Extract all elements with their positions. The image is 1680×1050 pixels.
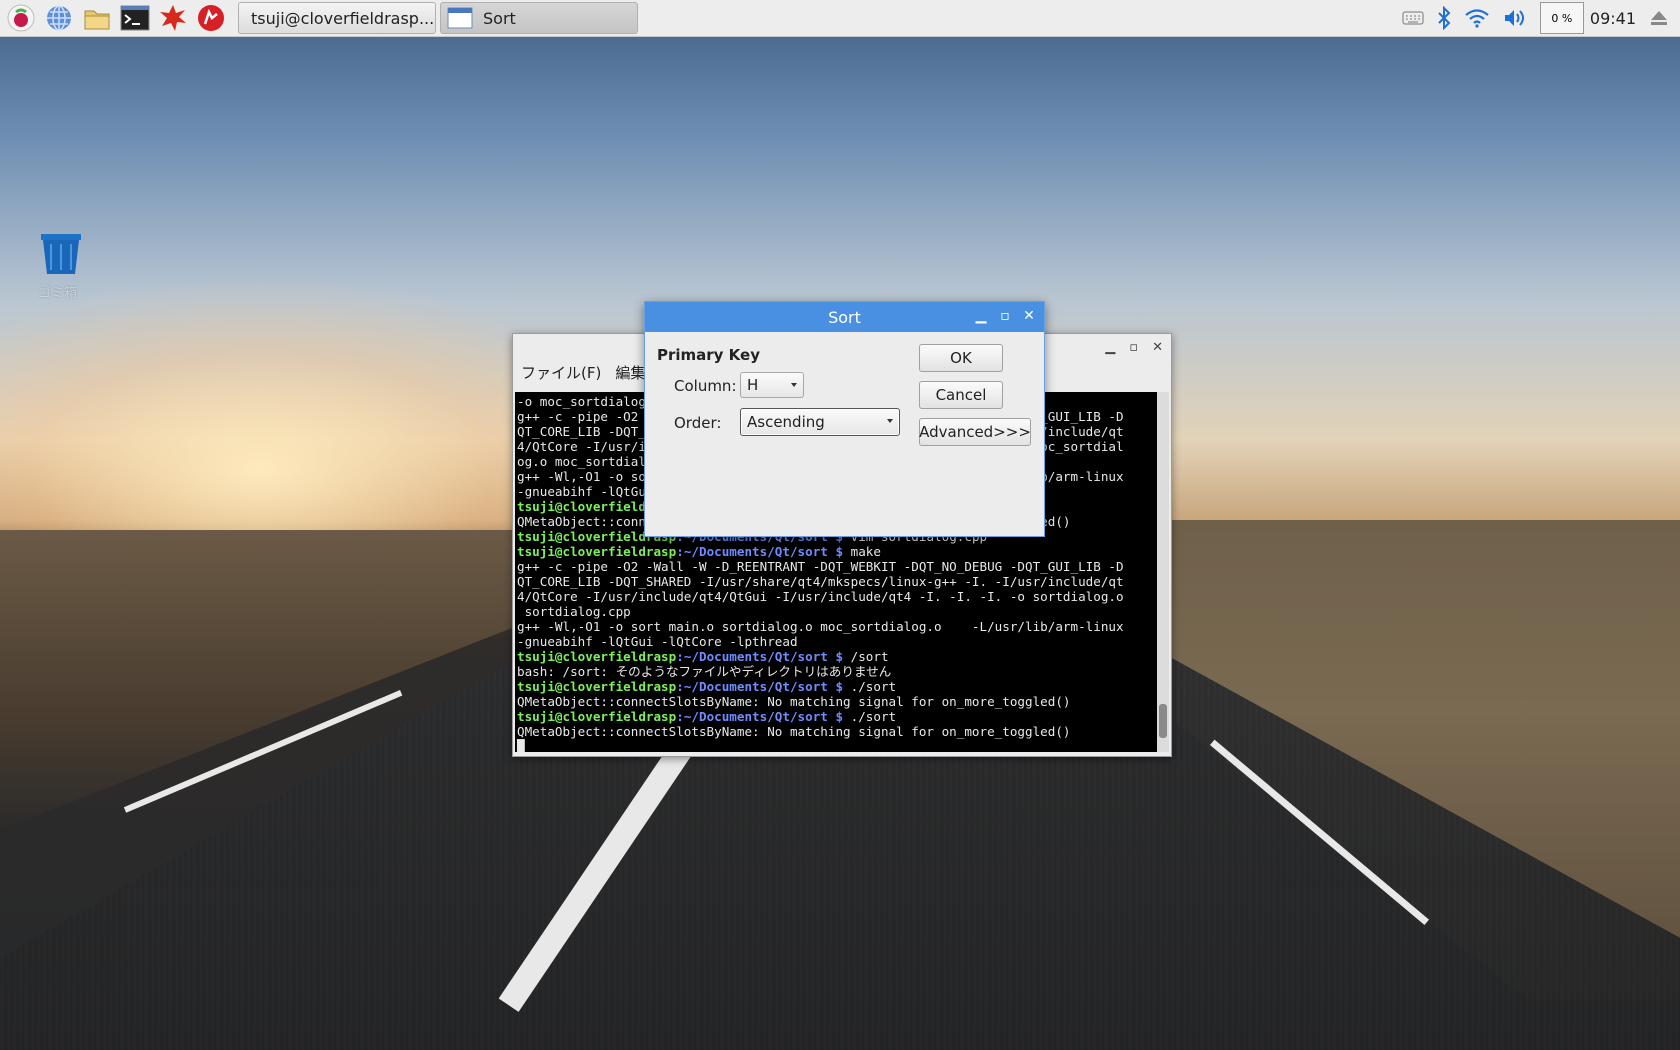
- terminal-line: tsuji@cloverfieldrasp:~/Documents/Qt/sor…: [517, 649, 1155, 664]
- web-browser-icon[interactable]: [42, 1, 76, 35]
- bluetooth-icon[interactable]: [1436, 6, 1452, 30]
- keyboard-icon[interactable]: [1402, 10, 1424, 26]
- taskbar-button-terminal[interactable]: tsuji@cloverfieldrasp...: [238, 2, 436, 34]
- minimize-icon[interactable]: ▁: [974, 307, 988, 325]
- command-text: make: [843, 544, 881, 559]
- wolfram-icon[interactable]: [194, 1, 228, 35]
- terminal-line: bash: /sort: そのようなファイルやディレクトリはありません: [517, 664, 892, 679]
- maximize-icon[interactable]: ▫: [998, 307, 1012, 325]
- taskbar-button-sort[interactable]: Sort: [440, 2, 638, 34]
- prompt-user: tsuji@cloverfieldrasp: [517, 649, 677, 664]
- terminal-line: g++ -Wl,-O1 -o sort main.o sortdialog.o …: [517, 619, 1124, 634]
- close-icon[interactable]: ✕: [1022, 307, 1036, 325]
- terminal-line: tsuji@cloverfieldrasp:~/Documents/Qt/sor…: [517, 709, 1155, 724]
- command-text: /sort: [843, 649, 889, 664]
- trash-label: ゴミ箱: [38, 286, 78, 301]
- sort-dialog-window-controls: ▁ ▫ ✕: [974, 307, 1036, 325]
- clock[interactable]: 09:41: [1590, 9, 1636, 28]
- ok-button[interactable]: OK: [919, 344, 1003, 372]
- prompt-user: tsuji@cloverfieldrasp: [517, 709, 677, 724]
- terminal-line: QMetaObject::connectSlotsByName: No matc…: [517, 694, 1071, 709]
- terminal-scrollbar-thumb[interactable]: [1159, 704, 1167, 738]
- terminal-line: QMetaObject::connectSlotsByName: No matc…: [517, 724, 1071, 739]
- terminal-line: -gnueabihf -lQtGui -lQtCore -lpthread: [517, 634, 798, 649]
- eject-icon[interactable]: [1650, 9, 1668, 27]
- column-label: Column:: [674, 377, 737, 395]
- raspberry-menu-icon[interactable]: [4, 1, 38, 35]
- maximize-icon[interactable]: ▫: [1129, 340, 1138, 355]
- wifi-icon[interactable]: [1464, 7, 1490, 29]
- chevron-down-icon: [887, 419, 893, 423]
- cancel-button[interactable]: Cancel: [919, 381, 1003, 409]
- minimize-icon[interactable]: ▁: [1105, 340, 1115, 355]
- order-combobox[interactable]: Ascending: [740, 408, 900, 436]
- prompt-user: tsuji@cloverfieldrasp: [517, 544, 677, 559]
- column-combobox[interactable]: H: [740, 372, 804, 398]
- advanced-button[interactable]: Advanced>>>: [919, 418, 1031, 446]
- command-text: ./sort: [843, 679, 897, 694]
- terminal-icon[interactable]: [118, 1, 152, 35]
- system-tray: 0 % 09:41: [1402, 0, 1680, 36]
- command-text: ./sort: [843, 709, 897, 724]
- terminal-line: sortdialog.cpp: [517, 604, 631, 619]
- file-manager-icon[interactable]: [80, 1, 114, 35]
- close-icon[interactable]: ✕: [1152, 340, 1163, 355]
- prompt-path: :~/Documents/Qt/sort $: [676, 649, 844, 664]
- chevron-down-icon: [791, 383, 797, 387]
- taskbar-terminal-label: tsuji@cloverfieldrasp...: [251, 8, 435, 28]
- terminal-line: g++ -c -pipe -O2 -Wall -W -D_REENTRANT -…: [517, 559, 1124, 574]
- menu-edit[interactable]: 編集: [615, 362, 645, 383]
- terminal-line: 4/QtCore -I/usr/include/qt4/QtGui -I/usr…: [517, 589, 1124, 604]
- order-combobox-value: Ascending: [747, 413, 825, 431]
- order-label: Order:: [674, 414, 722, 432]
- top-panel: tsuji@cloverfieldrasp... Sort 0 % 09:41: [0, 0, 1680, 37]
- sort-dialog-title: Sort: [828, 307, 861, 327]
- column-combobox-value: H: [747, 376, 759, 394]
- terminal-scrollbar[interactable]: [1157, 392, 1169, 752]
- prompt-path: :~/Documents/Qt/sort $: [676, 544, 844, 559]
- window-icon: [447, 7, 473, 29]
- terminal-line: █: [517, 739, 525, 752]
- terminal-window-controls: ▁ ▫ ✕: [1105, 340, 1163, 355]
- math-kernel-icon[interactable]: [156, 1, 190, 35]
- taskbar-sort-label: Sort: [483, 8, 516, 28]
- volume-icon[interactable]: [1502, 7, 1528, 29]
- prompt-user: tsuji@cloverfieldrasp: [517, 679, 677, 694]
- prompt-path: :~/Documents/Qt/sort $: [676, 679, 844, 694]
- trash-icon[interactable]: [38, 232, 86, 280]
- terminal-line: tsuji@cloverfieldrasp:~/Documents/Qt/sor…: [517, 544, 1155, 559]
- sort-dialog-titlebar[interactable]: Sort ▁ ▫ ✕: [645, 302, 1044, 332]
- primary-key-group-title: Primary Key: [657, 346, 760, 364]
- terminal-line: tsuji@cloverfieldrasp:~/Documents/Qt/sor…: [517, 679, 1155, 694]
- terminal-line: QT_CORE_LIB -DQT_SHARED -I/usr/share/qt4…: [517, 574, 1124, 589]
- prompt-path: :~/Documents/Qt/sort $: [676, 709, 844, 724]
- sort-dialog: Sort ▁ ▫ ✕ Primary Key Column: H Order: …: [644, 301, 1045, 537]
- cpu-monitor[interactable]: 0 %: [1539, 2, 1584, 34]
- menu-file[interactable]: ファイル(F): [521, 362, 601, 383]
